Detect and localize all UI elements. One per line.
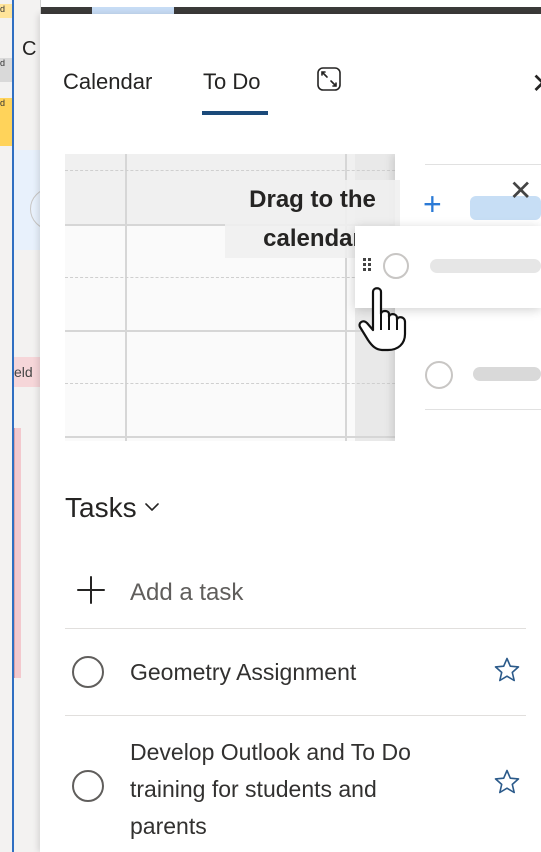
plus-icon[interactable] — [75, 574, 107, 606]
background-event-chip[interactable]: d — [0, 58, 12, 82]
todo-panel: Calendar To Do ✕ + ✕ Drag to the calenda… — [40, 14, 541, 852]
background-event-chip[interactable]: d — [0, 4, 12, 18]
background-edge — [12, 0, 14, 852]
active-tab-indicator — [202, 111, 268, 115]
star-icon[interactable] — [493, 656, 521, 684]
star-icon[interactable] — [493, 768, 521, 796]
background-title-bar — [0, 0, 541, 14]
tab-calendar[interactable]: Calendar — [63, 69, 152, 95]
drag-to-calendar-illustration: + ✕ Drag to the calendar — [65, 154, 541, 441]
background-event-pill[interactable]: eld — [14, 357, 40, 387]
hand-cursor-icon — [358, 287, 407, 352]
complete-task-checkbox[interactable] — [72, 656, 104, 688]
background-letter: C — [22, 38, 37, 60]
task-title[interactable]: Develop Outlook and To Do training for s… — [130, 734, 450, 845]
task-row[interactable]: Geometry Assignment — [65, 629, 526, 715]
chevron-down-icon[interactable] — [143, 498, 161, 516]
tab-to-do[interactable]: To Do — [203, 69, 260, 95]
add-task-placeholder: Add a task — [130, 579, 244, 606]
expand-icon[interactable] — [316, 66, 342, 92]
background-event-block[interactable] — [14, 428, 21, 678]
close-icon: ✕ — [509, 175, 533, 206]
background-tab-active — [92, 7, 174, 14]
background-event-chip[interactable]: d — [0, 98, 12, 146]
add-task-input[interactable]: Add a task — [65, 562, 541, 626]
complete-task-checkbox[interactable] — [72, 770, 104, 802]
drag-handle-icon — [363, 258, 375, 274]
close-panel-icon[interactable]: ✕ — [531, 67, 541, 100]
task-row[interactable]: Develop Outlook and To Do training for s… — [65, 716, 526, 852]
plus-icon: + — [423, 186, 442, 222]
tasks-list-title[interactable]: Tasks — [65, 492, 137, 524]
task-title[interactable]: Geometry Assignment — [130, 654, 450, 691]
